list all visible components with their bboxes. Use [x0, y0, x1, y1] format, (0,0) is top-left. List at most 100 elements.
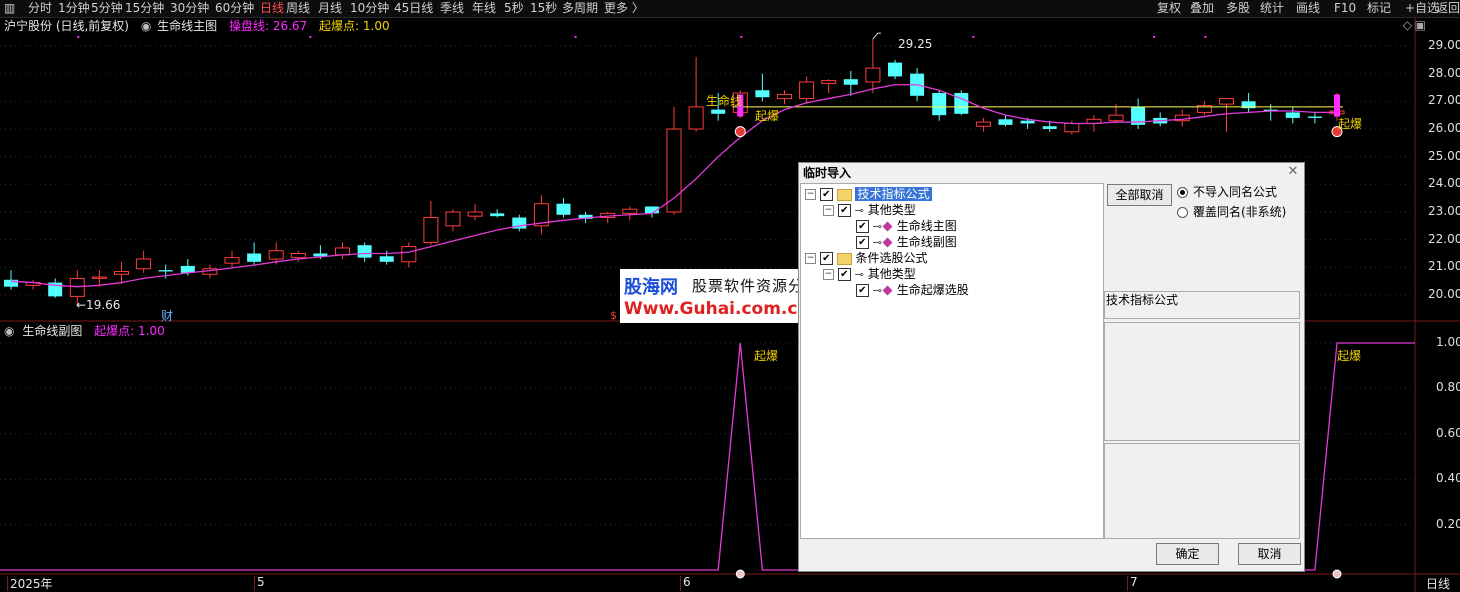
folder-icon — [836, 252, 852, 265]
dollar-marker[interactable]: $ — [610, 309, 617, 322]
cancel-all-button[interactable]: 全部取消 — [1107, 184, 1172, 206]
toolbar-right-item-6[interactable]: 标记 — [1367, 0, 1391, 17]
checkbox[interactable]: ✔ — [855, 284, 869, 297]
candle-body — [755, 90, 770, 98]
sub-burst-dot — [735, 569, 745, 579]
toolbar-right-item-8[interactable]: 返回 — [1436, 0, 1460, 17]
radio-button[interactable] — [1177, 187, 1188, 198]
period-tab-1[interactable]: 1分钟 — [58, 0, 90, 17]
period-tab-0[interactable]: 分时 — [28, 0, 52, 17]
radio-label: 覆盖同名(非系统) — [1193, 205, 1287, 219]
candle-body — [622, 208, 638, 214]
ok-button[interactable]: 确定 — [1156, 543, 1219, 565]
info-panel: 技术指标公式 — [1104, 291, 1300, 319]
tree-node-2[interactable]: ✔ ⊸ 生命线主图 — [841, 218, 957, 234]
period-tab-14[interactable]: 15秒 — [530, 0, 557, 17]
period-tab-11[interactable]: 季线 — [440, 0, 464, 17]
period-tab-3[interactable]: 15分钟 — [125, 0, 164, 17]
radio-option-0[interactable]: 不导入同名公式 — [1177, 184, 1277, 200]
price-tick-label: 29.00 — [1428, 38, 1460, 52]
description-panel — [1104, 322, 1300, 441]
high-price-label: 29.25 — [898, 37, 933, 51]
period-tab-7[interactable]: 周线 — [286, 0, 310, 17]
diamond-icon[interactable]: ◇ — [1403, 18, 1412, 32]
sub-burst-label-1: 起爆 — [754, 349, 779, 363]
close-icon[interactable]: ✕ — [1286, 165, 1300, 179]
candle-body — [777, 93, 792, 100]
toolbar-right-item-5[interactable]: F10 — [1334, 0, 1356, 17]
period-tab-16[interactable]: 更多 〉 — [604, 0, 644, 17]
period-tab-10[interactable]: 45日线 — [394, 0, 433, 17]
price-tick-label: 21.00 — [1428, 259, 1460, 274]
formula-tree[interactable]: − ✔ 技术指标公式 − ✔ ⊸ 其他类型 ✔ ⊸ 生命线主图 ✔ ⊸ 生命线副图… — [800, 183, 1104, 539]
collapse-icon[interactable]: − — [805, 253, 816, 264]
radio-option-1[interactable]: 覆盖同名(非系统) — [1177, 204, 1286, 220]
collapse-icon[interactable]: − — [823, 205, 834, 216]
candle-body — [91, 276, 107, 279]
finance-marker[interactable]: 财 — [161, 307, 173, 324]
period-indicator[interactable]: 日线 — [1426, 575, 1450, 592]
checkbox[interactable]: ✔ — [837, 268, 851, 281]
link-icon: ⊸ — [872, 235, 882, 249]
period-tab-4[interactable]: 30分钟 — [170, 0, 209, 17]
sub-tick-label: 0.60 — [1436, 425, 1460, 440]
candle-body — [556, 203, 571, 215]
candle-body — [69, 277, 85, 297]
tree-node-4[interactable]: − ✔ 条件选股公式 — [805, 250, 928, 266]
period-tab-6[interactable]: 日线 — [260, 0, 284, 17]
main-indicator-name[interactable]: 生命线主图 — [157, 18, 217, 34]
candle-body — [423, 217, 439, 243]
period-tab-9[interactable]: 10分钟 — [350, 0, 389, 17]
stock-title[interactable]: 沪宁股份 (日线,前复权) — [4, 18, 129, 34]
gem-icon — [882, 237, 893, 248]
candle-body — [379, 256, 394, 262]
candle-body — [136, 258, 152, 270]
sub-indicator-name[interactable]: 生命线副图 — [22, 323, 82, 339]
tree-node-label: 其他类型 — [867, 203, 916, 217]
date-label: 7 — [1130, 575, 1138, 589]
window-toggle-icon[interactable]: ▣ — [1415, 18, 1426, 32]
dialog-title[interactable]: 临时导入 — [799, 163, 1304, 183]
burst-label-2: 起爆 — [1338, 117, 1363, 131]
checkbox[interactable]: ✔ — [819, 252, 833, 265]
toolbar-right-item-0[interactable]: 复权 — [1157, 0, 1181, 17]
radio-button[interactable] — [1177, 207, 1188, 218]
collapse-icon[interactable]: − — [805, 189, 816, 200]
menu-icon[interactable]: ▥ — [4, 0, 15, 17]
sub-tick-label: 0.80 — [1436, 380, 1460, 395]
tree-node-0[interactable]: − ✔ 技术指标公式 — [805, 186, 932, 202]
candle-body — [888, 62, 902, 77]
tree-node-6[interactable]: ✔ ⊸ 生命起爆选股 — [841, 282, 969, 298]
tree-node-3[interactable]: ✔ ⊸ 生命线副图 — [841, 234, 957, 250]
period-tab-2[interactable]: 5分钟 — [91, 0, 123, 17]
toolbar-right-item-4[interactable]: 画线 — [1296, 0, 1320, 17]
toolbar-right-item-3[interactable]: 统计 — [1260, 0, 1284, 17]
candle-body — [490, 213, 505, 217]
candle-body — [843, 79, 858, 85]
main-legend: 沪宁股份 (日线,前复权) ◉ 生命线主图 操盘线: 26.67 起爆点: 1.… — [4, 18, 398, 34]
cancel-button[interactable]: 取消 — [1238, 543, 1301, 565]
checkbox[interactable]: ✔ — [855, 220, 869, 233]
period-tab-15[interactable]: 多周期 — [562, 0, 598, 17]
period-tab-5[interactable]: 60分钟 — [215, 0, 254, 17]
dropdown-icon[interactable]: ◉ — [4, 323, 14, 339]
toolbar-right-item-7[interactable]: +自选 — [1405, 0, 1439, 17]
period-tab-13[interactable]: 5秒 — [504, 0, 524, 17]
tree-node-label: 生命线主图 — [896, 219, 957, 233]
checkbox[interactable]: ✔ — [837, 204, 851, 217]
tree-node-1[interactable]: − ✔ ⊸ 其他类型 — [823, 202, 916, 218]
toolbar-right-item-1[interactable]: 叠加 — [1190, 0, 1214, 17]
candle-body — [1307, 116, 1322, 118]
period-tab-12[interactable]: 年线 — [472, 0, 496, 17]
period-tab-8[interactable]: 月线 — [318, 0, 342, 17]
tree-node-label: 生命起爆选股 — [896, 283, 969, 297]
candle-body — [1064, 122, 1080, 133]
collapse-icon[interactable]: − — [823, 269, 834, 280]
dropdown-icon[interactable]: ◉ — [141, 18, 151, 34]
checkbox[interactable]: ✔ — [819, 188, 833, 201]
toolbar-right-item-2[interactable]: 多股 — [1226, 0, 1250, 17]
tree-node-label: 生命线副图 — [896, 235, 957, 249]
info-panel-label: 技术指标公式 — [1106, 293, 1179, 307]
tree-node-5[interactable]: − ✔ ⊸ 其他类型 — [823, 266, 916, 282]
checkbox[interactable]: ✔ — [855, 236, 869, 249]
